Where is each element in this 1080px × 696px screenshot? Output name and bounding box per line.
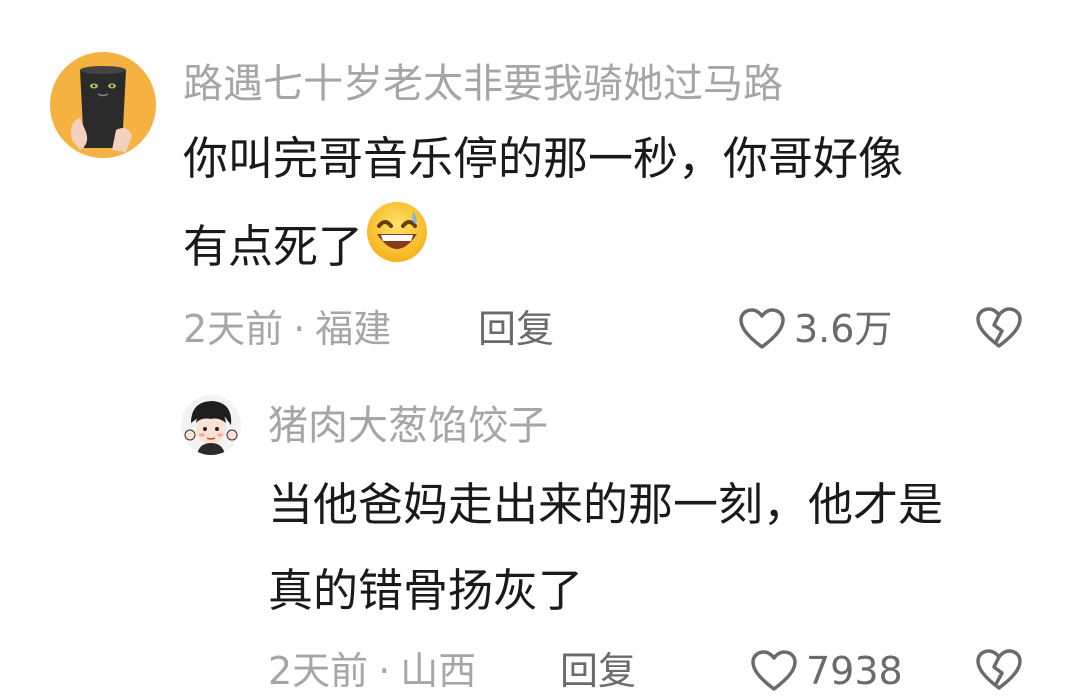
comment-avatar[interactable] [50,52,156,158]
comment-username[interactable]: 路遇七十岁老太非要我骑她过马路 [183,60,783,108]
grinning-sweat-emoji-icon [365,200,429,288]
comment-text-line-2: 有点死了 [183,220,364,273]
reply-reply-button[interactable]: 回复 [560,648,636,694]
reply-like-count: 7938 [806,649,903,693]
comment-dislike-button[interactable] [975,306,1023,354]
reply-like-button[interactable]: 7938 [750,648,903,694]
reply-location: 山西 [400,649,477,693]
broken-heart-icon [976,649,1022,690]
broken-heart-icon [976,307,1022,348]
reply-username[interactable]: 猪肉大葱馅饺子 [268,402,548,450]
meta-separator: · [293,307,306,351]
meta-separator: · [378,649,391,693]
avatar-image [50,52,156,158]
reply-time: 2天前 [268,649,369,693]
reply-text-line-1: 当他爸妈走出来的那一刻，他才是 [268,478,944,531]
comment-like-button[interactable]: 3.6万 [738,306,892,352]
comment-time: 2天前 [183,307,284,351]
heart-icon [751,650,797,691]
comment-meta: 2天前 · 福建 [183,306,391,352]
comment-text-line-1: 你叫完哥音乐停的那一秒，你哥好像 [183,132,904,185]
comment-reply-button[interactable]: 回复 [478,306,554,352]
comment-location: 福建 [315,307,392,351]
reply-dislike-button[interactable] [975,648,1023,696]
comment-text-line-2-wrapper: 有点死了 [183,202,429,294]
comment-like-count: 3.6万 [794,307,893,351]
avatar-image [181,395,241,455]
reply-text-line-2: 真的错骨扬灰了 [268,564,584,617]
reply-avatar[interactable] [181,395,241,455]
heart-icon [739,308,785,349]
reply-meta: 2天前 · 山西 [268,648,476,694]
